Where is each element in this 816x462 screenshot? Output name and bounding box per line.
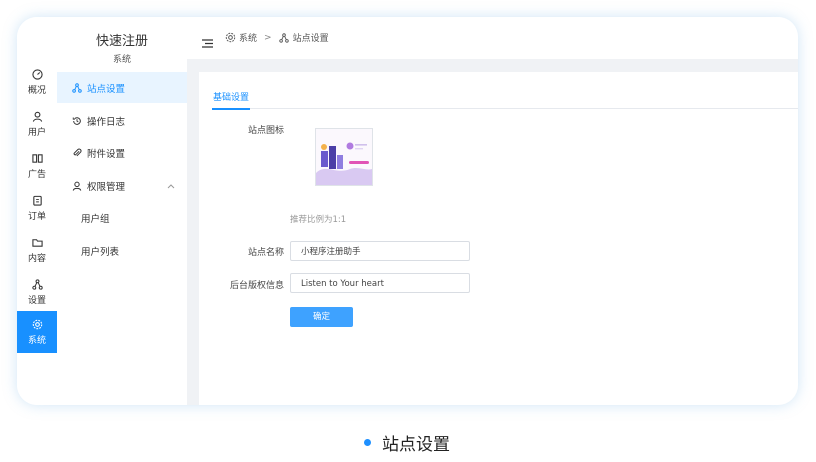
gear-icon bbox=[225, 32, 236, 43]
site-name-label: 站点名称 bbox=[247, 248, 284, 258]
app-window: 概况 用户 广告 订单 内容 设置 系统 快速注册 系统 站点设置 操作日志 附… bbox=[17, 17, 798, 405]
subnav-item-attachment-settings[interactable]: 附件设置 bbox=[57, 137, 187, 168]
clipboard-icon bbox=[31, 194, 43, 206]
site-icon-hint: 推荐比例为1:1 bbox=[290, 215, 347, 225]
copyright-label: 后台版权信息 bbox=[229, 281, 284, 291]
top-header: 系统 > 站点设置 bbox=[187, 17, 798, 60]
bullet-dot bbox=[364, 439, 371, 446]
rail-label: 系统 bbox=[27, 336, 46, 346]
rail-item-settings[interactable]: 设置 bbox=[17, 271, 57, 313]
rail-label: 内容 bbox=[27, 254, 46, 264]
confirm-button[interactable]: 确定 bbox=[290, 307, 353, 327]
breadcrumb-current: 站点设置 bbox=[292, 34, 329, 44]
tab-basic-settings[interactable]: 基础设置 bbox=[212, 90, 251, 110]
caption-text: 站点设置 bbox=[382, 435, 450, 455]
rail-item-content[interactable]: 内容 bbox=[17, 229, 57, 271]
site-icon-image bbox=[316, 129, 372, 185]
folder-icon bbox=[31, 236, 43, 248]
rail-label: 订单 bbox=[27, 212, 46, 222]
subnav-label: 用户列表 bbox=[81, 246, 120, 258]
paperclip-icon bbox=[71, 147, 82, 158]
chevron-up-icon bbox=[167, 181, 175, 192]
settings-card bbox=[199, 72, 798, 405]
grid-icon bbox=[31, 152, 43, 164]
site-icon-label: 站点图标 bbox=[247, 126, 284, 136]
rail-label: 设置 bbox=[27, 296, 46, 306]
breadcrumb: 系统 > 站点设置 bbox=[225, 31, 329, 44]
menu-toggle-icon[interactable] bbox=[202, 33, 213, 52]
rail-item-ads[interactable]: 广告 bbox=[17, 145, 57, 187]
gear-icon bbox=[31, 318, 43, 330]
network-icon bbox=[71, 82, 82, 93]
user-icon bbox=[71, 180, 82, 191]
user-icon bbox=[31, 110, 43, 122]
subnav-item-operation-log[interactable]: 操作日志 bbox=[57, 105, 187, 136]
rail-item-users[interactable]: 用户 bbox=[17, 103, 57, 145]
caption: 站点设置 bbox=[364, 430, 450, 455]
copyright-input[interactable]: Listen to Your heart bbox=[290, 273, 470, 293]
subnav-item-site-settings[interactable]: 站点设置 bbox=[57, 72, 187, 103]
subnav-label: 站点设置 bbox=[87, 83, 126, 95]
rail-label: 概况 bbox=[27, 86, 46, 96]
subnav-label: 权限管理 bbox=[87, 181, 126, 193]
rail-label: 广告 bbox=[27, 170, 46, 180]
site-name-input[interactable]: 小程序注册助手 bbox=[290, 241, 470, 261]
history-icon bbox=[71, 115, 82, 126]
subnav-label: 操作日志 bbox=[87, 116, 126, 128]
subnav-item-permission-management[interactable]: 权限管理 bbox=[57, 170, 187, 201]
breadcrumb-separator: > bbox=[264, 32, 272, 43]
app-title: 快速注册 bbox=[95, 34, 148, 49]
tab-bar: 基础设置 bbox=[212, 90, 798, 110]
icon-rail: 概况 用户 广告 订单 内容 设置 系统 bbox=[17, 17, 57, 405]
site-icon-upload[interactable] bbox=[315, 128, 373, 186]
subnav-label: 用户组 bbox=[81, 213, 110, 225]
rail-label: 用户 bbox=[27, 128, 46, 138]
rail-item-system[interactable]: 系统 bbox=[17, 311, 57, 353]
subnav-label: 附件设置 bbox=[87, 148, 126, 160]
app-subtitle: 系统 bbox=[112, 55, 131, 65]
network-icon bbox=[31, 278, 43, 290]
breadcrumb-root[interactable]: 系统 bbox=[239, 31, 257, 44]
rail-item-orders[interactable]: 订单 bbox=[17, 187, 57, 229]
network-icon bbox=[278, 32, 290, 43]
sub-sidebar: 站点设置 操作日志 附件设置 权限管理 用户组 用户列表 bbox=[57, 69, 188, 405]
rail-item-overview[interactable]: 概况 bbox=[17, 61, 57, 103]
dashboard-icon bbox=[31, 68, 43, 80]
